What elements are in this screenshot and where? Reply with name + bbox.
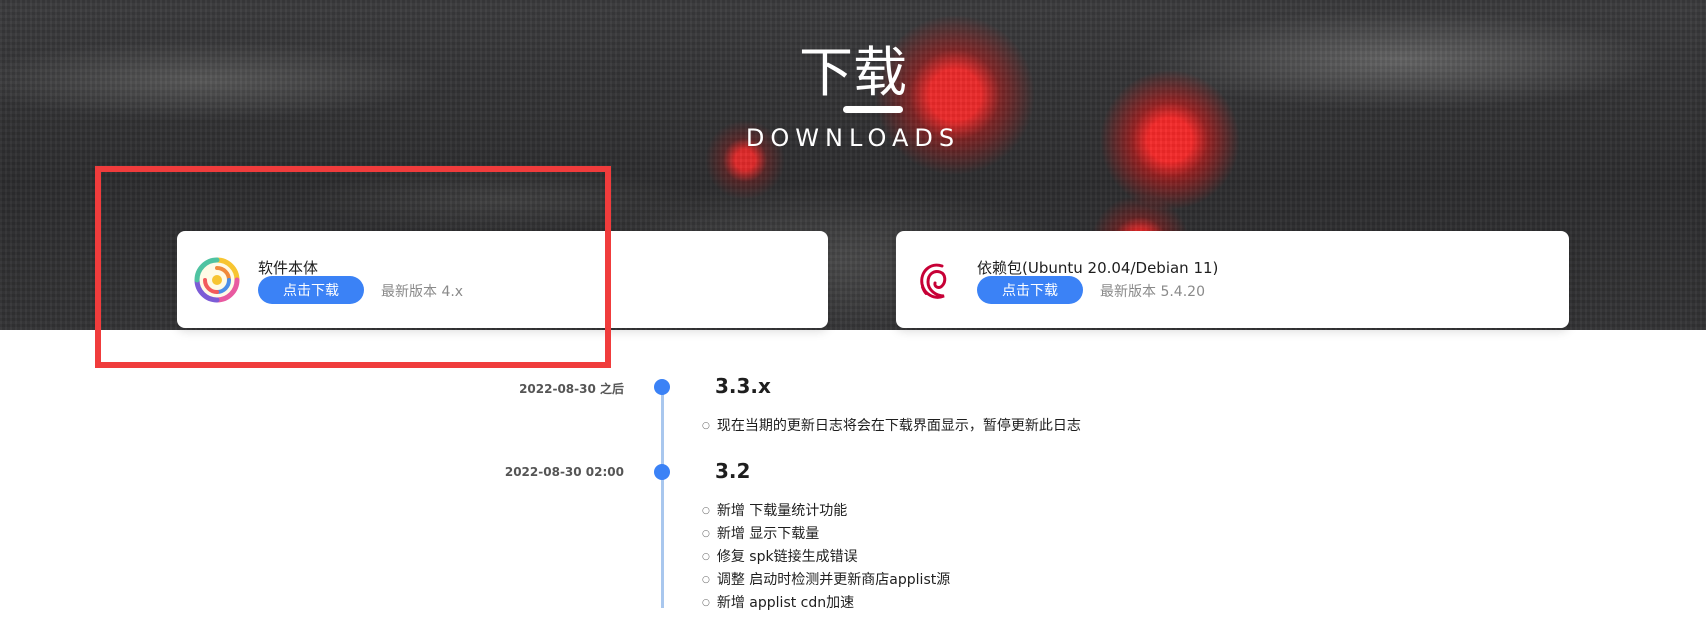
changelog-item: 修复 spk链接生成错误 (702, 546, 950, 569)
page-subtitle: DOWNLOADS (745, 124, 961, 152)
changelog-item: 调整 启动时检测并更新商店applist源 (702, 569, 950, 592)
page-title: 下载 (799, 41, 907, 104)
changelog-item: 新增 下载量统计功能 (702, 500, 950, 523)
latest-version-text: 最新版本 5.4.20 (1100, 284, 1205, 300)
changelog-item: 新增 显示下载量 (702, 523, 950, 546)
highlight-annotation-box (95, 166, 611, 368)
changelog-list: 新增 下载量统计功能 新增 显示下载量 修复 spk链接生成错误 调整 启动时检… (702, 500, 950, 615)
download-button[interactable]: 点击下载 (977, 276, 1083, 304)
timeline-dot (654, 464, 670, 480)
timeline-line (661, 380, 664, 608)
timeline-date: 2022-08-30 02:00 (504, 465, 624, 479)
title-underline (843, 106, 903, 113)
card-title: 依赖包(Ubuntu 20.04/Debian 11) (977, 259, 1219, 277)
debian-logo-icon (920, 263, 947, 299)
download-card-dependencies: 依赖包(Ubuntu 20.04/Debian 11) 点击下载 最新版本 5.… (896, 231, 1569, 328)
timeline-date: 2022-08-30 之后 (519, 382, 624, 396)
changelog-item: 新增 applist cdn加速 (702, 592, 950, 615)
timeline-version: 3.2 (715, 459, 751, 483)
changelog-item: 现在当期的更新日志将会在下载界面显示，暂停更新此日志 (702, 415, 1081, 438)
timeline-dot (654, 379, 670, 395)
changelog-list: 现在当期的更新日志将会在下载界面显示，暂停更新此日志 (702, 415, 1081, 438)
timeline-version: 3.3.x (715, 374, 771, 398)
